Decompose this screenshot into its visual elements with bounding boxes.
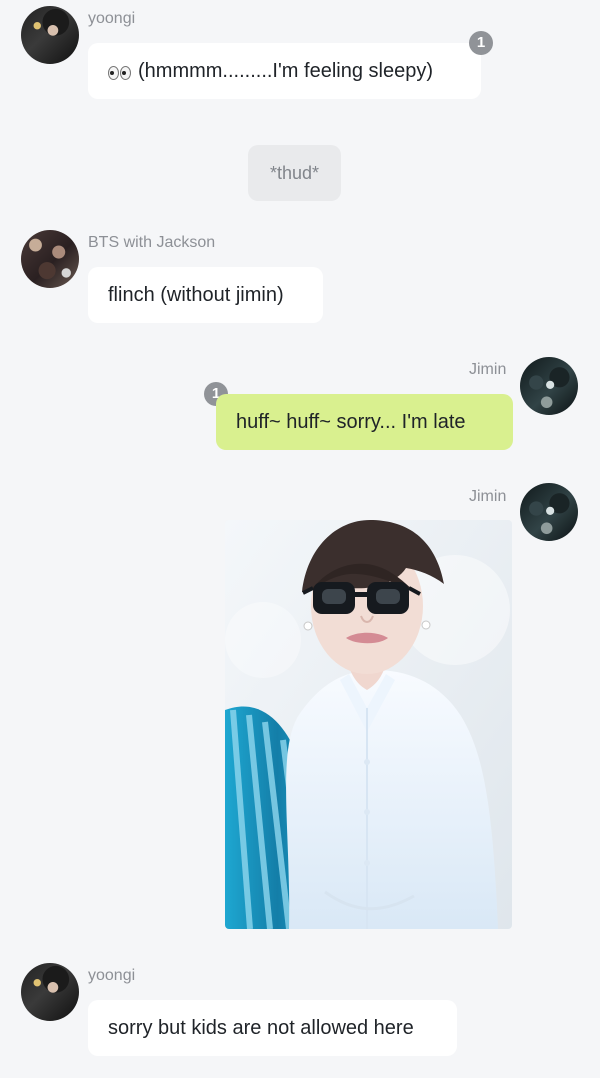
sender-name-jimin: Jimin (469, 488, 507, 505)
photo-message-image[interactable] (225, 520, 512, 929)
system-message-thud: *thud* (248, 145, 342, 201)
avatar-yoongi[interactable] (21, 6, 79, 64)
avatar-bts-with-jackson[interactable] (21, 230, 79, 288)
eyes-emoji-icon (108, 62, 132, 82)
sender-name-bts-with-jackson: BTS with Jackson (88, 234, 216, 251)
avatar-jimin[interactable] (520, 483, 578, 541)
photo-illustration (225, 520, 512, 929)
message-text: (hmmmm.........I'm feeling sleepy) (138, 60, 433, 82)
avatar-yoongi[interactable] (21, 963, 79, 1021)
sender-name-yoongi: yoongi (88, 967, 136, 984)
message-bubble-yoongi-kids[interactable]: sorry but kids are not allowed here (88, 1000, 457, 1056)
sender-name-yoongi: yoongi (88, 10, 136, 27)
message-bubble-yoongi-sleepy[interactable]: (hmmmm.........I'm feeling sleepy) (88, 43, 481, 99)
avatar-jimin[interactable] (520, 357, 578, 415)
message-bubble-jimin-late[interactable]: huff~ huff~ sorry... I'm late (216, 394, 513, 450)
message-bubble-flinch[interactable]: flinch (without jimin) (88, 267, 323, 323)
unread-count-badge: 1 (469, 31, 493, 55)
sender-name-jimin: Jimin (469, 361, 507, 378)
